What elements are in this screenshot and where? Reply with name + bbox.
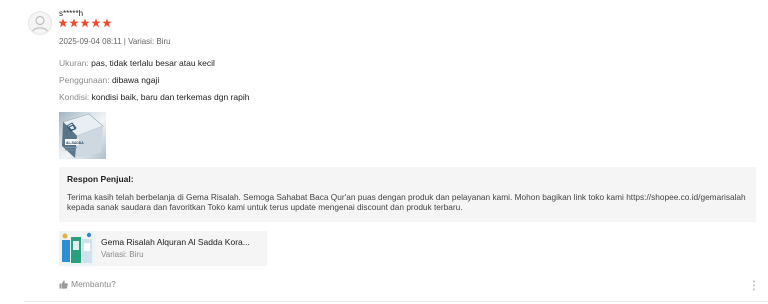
attribute-key: Kondisi: bbox=[59, 92, 90, 102]
review-attribute-ukuran: Ukuran: pas, tidak terlalu besar atau ke… bbox=[59, 58, 215, 68]
more-options-button[interactable] bbox=[752, 278, 756, 296]
review-divider bbox=[24, 301, 768, 302]
thumbs-up-icon bbox=[59, 280, 68, 289]
review-meta: 2025-09-04 08:11 | Variasi: Biru bbox=[59, 37, 171, 46]
review-photo[interactable]: AL-SADDA bbox=[59, 112, 106, 159]
attribute-value: kondisi baik, baru dan terkemas dgn rapi… bbox=[91, 92, 250, 102]
attribute-value: dibawa ngaji bbox=[111, 75, 160, 85]
user-avatar[interactable] bbox=[28, 11, 52, 35]
product-image bbox=[59, 231, 95, 266]
seller-response-title: Respon Penjual: bbox=[67, 174, 134, 184]
seller-response: Respon Penjual: Terima kasih telah berbe… bbox=[59, 167, 756, 222]
photo-product-label: AL-SADDA bbox=[66, 141, 84, 145]
rating-stars bbox=[58, 18, 112, 28]
review-card: s*****h 2025-09-04 08:11 | Variasi: Biru… bbox=[0, 0, 768, 304]
attribute-value: pas, tidak terlalu besar atau kecil bbox=[91, 58, 215, 68]
seller-response-text: Terima kasih telah berbelanja di Gema Ri… bbox=[67, 192, 746, 212]
user-icon bbox=[31, 15, 49, 33]
attribute-key: Penggunaan: bbox=[59, 75, 110, 85]
quran-box-image: AL-SADDA bbox=[62, 113, 104, 158]
helpful-label: Membantu? bbox=[71, 279, 116, 289]
reviewer-username: s*****h bbox=[59, 9, 84, 18]
helpful-button[interactable]: Membantu? bbox=[59, 279, 116, 289]
review-attribute-kondisi: Kondisi: kondisi baik, baru dan terkemas… bbox=[59, 92, 249, 102]
more-vertical-icon bbox=[753, 280, 755, 291]
product-variant: Variasi: Biru bbox=[101, 250, 144, 259]
attribute-key: Ukuran: bbox=[59, 58, 89, 68]
star-icon bbox=[58, 18, 68, 28]
star-icon bbox=[91, 18, 101, 28]
star-icon bbox=[102, 18, 112, 28]
star-icon bbox=[80, 18, 90, 28]
product-name: Gema Risalah Alquran Al Sadda Kora... bbox=[101, 237, 250, 247]
star-icon bbox=[69, 18, 79, 28]
product-thumbnail bbox=[59, 231, 95, 266]
review-attribute-penggunaan: Penggunaan: dibawa ngaji bbox=[59, 75, 159, 85]
product-card[interactable]: Gema Risalah Alquran Al Sadda Kora... Va… bbox=[59, 231, 267, 266]
